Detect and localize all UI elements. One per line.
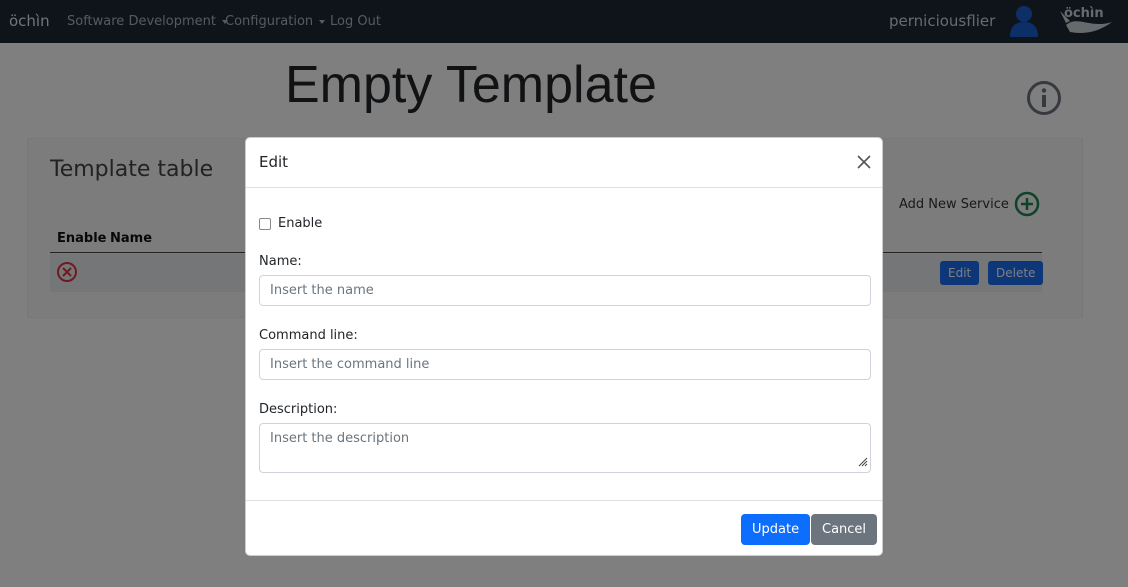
edit-modal: Edit Enable Name: Command line: Descript…	[245, 137, 883, 556]
name-label: Name:	[259, 254, 302, 269]
description-label: Description:	[259, 402, 338, 417]
enable-checkbox-label: Enable	[278, 216, 323, 231]
description-textarea[interactable]	[259, 423, 871, 473]
cancel-button[interactable]: Cancel	[811, 514, 878, 545]
command-line-label: Command line:	[259, 328, 358, 343]
name-input[interactable]	[259, 275, 871, 306]
command-line-input[interactable]	[259, 349, 871, 380]
modal-header: Edit	[246, 138, 882, 188]
update-button[interactable]: Update	[741, 514, 811, 545]
resize-grip-icon[interactable]	[856, 455, 868, 467]
close-icon[interactable]	[856, 154, 872, 170]
enable-checkbox[interactable]	[259, 218, 271, 230]
modal-title: Edit	[259, 153, 289, 171]
modal-footer: Update Cancel	[246, 500, 882, 557]
